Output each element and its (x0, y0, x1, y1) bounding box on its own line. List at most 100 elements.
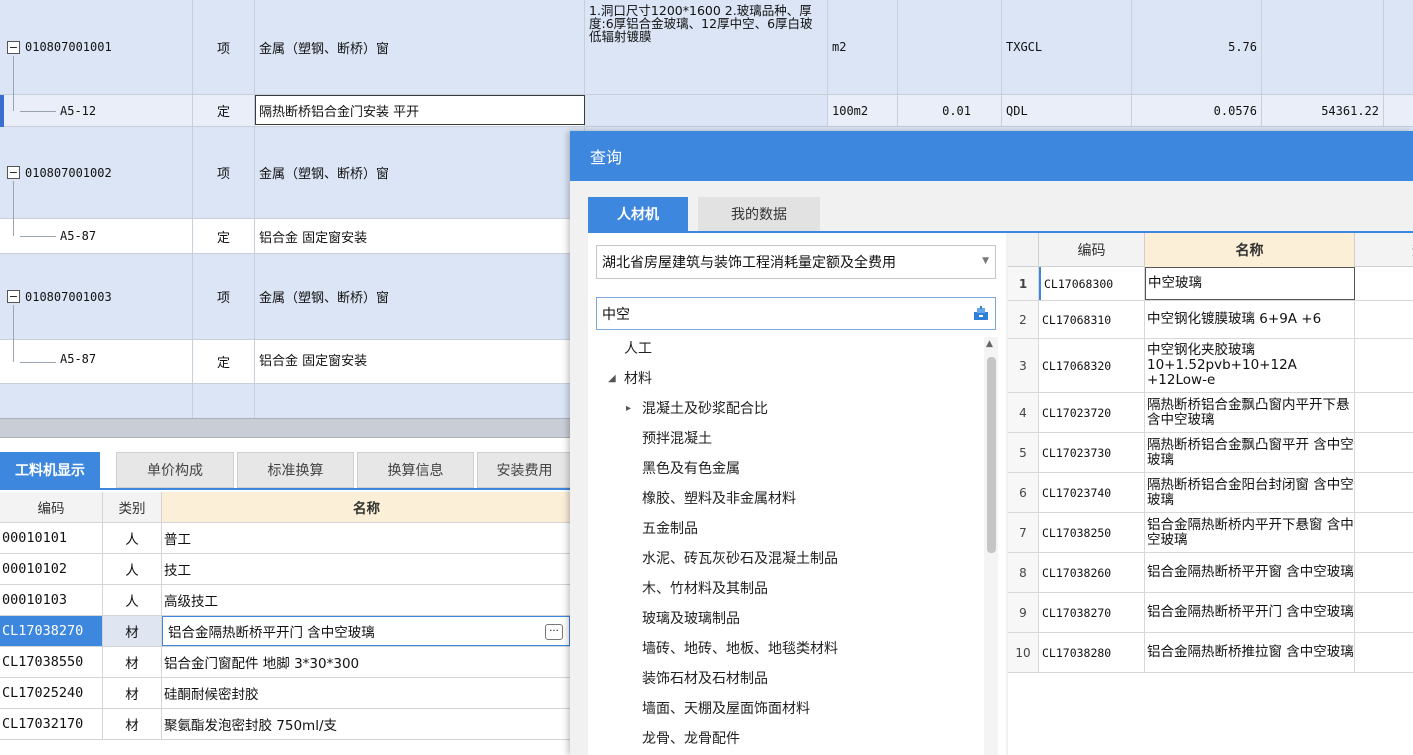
result-name[interactable]: 隔热断桥铝合金飘凸窗内平开下悬 含中空玻璃 (1145, 393, 1355, 432)
tab-install-fee[interactable]: 安装费用 (477, 452, 572, 488)
table-row[interactable]: − 010807001001 项 金属（塑钢、断桥）窗 1.洞口尺寸1200*1… (0, 0, 1413, 95)
chevron-down-icon[interactable]: ▼ (982, 256, 989, 266)
tree-node[interactable]: 人工 (608, 333, 652, 363)
tree-expander-icon[interactable]: ▸ (626, 403, 642, 414)
tree-node[interactable]: 橡胶、塑料及非金属材料 (642, 483, 796, 513)
result-name[interactable]: 铝合金隔热断桥内平开下悬窗 含中空玻璃 (1145, 513, 1355, 552)
result-row[interactable]: 8 CL17038260 铝合金隔热断桥平开窗 含中空玻璃 (1008, 553, 1413, 593)
result-row[interactable]: 3 CL17068320 中空钢化夹胶玻璃 10+1.52pvb+10+12A … (1008, 339, 1413, 393)
name-cell[interactable]: 金属（塑钢、断桥）窗 (255, 254, 585, 339)
tab-my-data[interactable]: 我的数据 (698, 197, 820, 231)
resource-name-editor[interactable]: 铝合金隔热断桥平开门 含中空玻璃 ··· (162, 616, 570, 646)
tree-node[interactable]: 墙砖、地砖、地板、地毯类材料 (642, 633, 838, 663)
table-row[interactable]: CL17032170 材 聚氨酯发泡密封胶 750ml/支 (0, 709, 572, 740)
result-row[interactable]: 4 CL17023720 隔热断桥铝合金飘凸窗内平开下悬 含中空玻璃 (1008, 393, 1413, 433)
header-spec[interactable]: 规 (1355, 233, 1413, 267)
resource-name[interactable]: 技工 (162, 554, 572, 584)
result-code[interactable]: CL17038250 (1039, 513, 1145, 552)
table-row[interactable]: 00010103 人 高级技工 (0, 585, 572, 616)
scroll-up-icon[interactable]: ▲ (986, 339, 993, 349)
type-cell[interactable] (193, 384, 255, 418)
resource-category[interactable]: 材 (103, 678, 162, 708)
code-cell[interactable]: − 010807001002 (0, 127, 193, 218)
header-category[interactable]: 类别 (103, 492, 162, 522)
resource-code[interactable]: 00010103 (0, 585, 103, 615)
search-input[interactable]: 中空 (596, 297, 996, 330)
result-code[interactable]: CL17068320 (1039, 339, 1145, 392)
quantity-cell[interactable]: 0.0576 (1132, 95, 1262, 126)
collapse-icon[interactable]: − (7, 290, 20, 303)
tree-node[interactable]: ◢ 材料 (608, 363, 652, 393)
expression-cell[interactable]: TXGCL (1002, 0, 1132, 94)
table-row[interactable]: CL17025240 材 硅酮耐候密封胶 (0, 678, 572, 709)
type-cell[interactable]: 定 (193, 95, 255, 126)
tree-scrollbar[interactable]: ▲ (984, 337, 998, 755)
resource-category[interactable]: 人 (103, 554, 162, 584)
result-row[interactable]: 2 CL17068310 中空钢化镀膜玻璃 6+9A +6 (1008, 301, 1413, 339)
result-name[interactable]: 中空钢化镀膜玻璃 6+9A +6 (1145, 301, 1355, 338)
table-row[interactable]: 00010102 人 技工 (0, 554, 572, 585)
type-cell[interactable]: 项 (193, 127, 255, 218)
resource-code[interactable]: CL17038270 (0, 616, 103, 646)
tree-node[interactable]: 玻璃及玻璃制品 (642, 603, 740, 633)
name-cell[interactable]: 金属（塑钢、断桥）窗 (255, 127, 585, 218)
library-select[interactable]: 湖北省房屋建筑与装饰工程消耗量定额及全费用 ▼ (596, 245, 996, 279)
resource-code[interactable]: CL17038550 (0, 647, 103, 677)
table-row[interactable]: A5-12 定 隔热断桥铝合金门安装 平开 100m2 0.01 QDL 0.0… (0, 95, 1413, 127)
tree-expander-icon[interactable]: ◢ (608, 373, 624, 384)
table-row[interactable]: 00010101 人 普工 (0, 523, 572, 554)
tree-node[interactable]: 墙面、天棚及屋面饰面材料 (642, 693, 810, 723)
result-row[interactable]: 6 CL17023740 隔热断桥铝合金阳台封闭窗 含中空玻璃 (1008, 473, 1413, 513)
expression-cell[interactable]: QDL (1002, 95, 1132, 126)
result-name[interactable]: 中空钢化夹胶玻璃 10+1.52pvb+10+12A +12Low-e (1145, 339, 1355, 392)
result-row[interactable]: 9 CL17038270 铝合金隔热断桥平开门 含中空玻璃 (1008, 593, 1413, 633)
result-row[interactable]: 10 CL17038280 铝合金隔热断桥推拉窗 含中空玻璃 (1008, 633, 1413, 673)
collapse-icon[interactable]: − (7, 166, 20, 179)
dialog-title-bar[interactable]: 查询 (570, 131, 1413, 181)
resource-code[interactable]: CL17025240 (0, 678, 103, 708)
tab-standard-conversion[interactable]: 标准换算 (237, 452, 354, 488)
tree-node[interactable]: 预拌混凝土 (642, 423, 712, 453)
tab-unit-price[interactable]: 单价构成 (116, 452, 234, 488)
result-row[interactable]: 7 CL17038250 铝合金隔热断桥内平开下悬窗 含中空玻璃 (1008, 513, 1413, 553)
scrollbar-thumb[interactable] (987, 357, 996, 553)
result-code[interactable]: CL17038280 (1039, 633, 1145, 672)
result-code[interactable]: CL17038260 (1039, 553, 1145, 592)
resource-category[interactable]: 人 (103, 523, 162, 553)
price-cell[interactable]: 54361.22 (1262, 95, 1384, 126)
tree-node[interactable]: 黑色及有色金属 (642, 453, 740, 483)
type-cell[interactable]: 定 (193, 340, 255, 383)
tree-node[interactable]: 水泥、砖瓦灰砂石及混凝土制品 (642, 543, 838, 573)
result-row[interactable]: 1 CL17068300 中空玻璃 (1008, 267, 1413, 301)
result-name[interactable]: 中空玻璃 (1145, 267, 1355, 300)
tab-labor-material-machine[interactable]: 人材机 (588, 197, 688, 231)
result-name[interactable]: 铝合金隔热断桥平开窗 含中空玻璃 (1145, 553, 1355, 592)
panel-splitter[interactable] (0, 418, 572, 438)
name-cell[interactable]: 铝合金 固定窗安装 (255, 340, 585, 383)
unit-cell[interactable]: 100m2 (828, 95, 898, 126)
code-cell[interactable]: − 010807001001 (0, 0, 193, 94)
tree-node[interactable]: 五金制品 (642, 513, 698, 543)
result-name[interactable]: 铝合金隔热断桥推拉窗 含中空玻璃 (1145, 633, 1355, 672)
tree-node[interactable]: ▸ 混凝土及砂浆配合比 (626, 393, 768, 423)
table-row[interactable]: CL17038550 材 铝合金门窗配件 地脚 3*30*300 (0, 647, 572, 678)
more-options-icon[interactable]: ··· (545, 624, 563, 640)
quantity-cell[interactable]: 5.76 (1132, 0, 1262, 94)
features-cell[interactable] (585, 95, 828, 126)
code-cell[interactable] (0, 384, 193, 418)
unit-cell[interactable]: m2 (828, 0, 898, 94)
result-code[interactable]: CL17023730 (1039, 433, 1145, 472)
tree-node[interactable]: 装饰石材及石材制品 (642, 663, 768, 693)
name-cell[interactable]: 隔热断桥铝合金门安装 平开 (255, 95, 585, 126)
resource-code[interactable]: CL17032170 (0, 709, 103, 739)
resource-category[interactable]: 人 (103, 585, 162, 615)
header-code[interactable]: 编码 (0, 492, 103, 522)
result-row[interactable]: 5 CL17023730 隔热断桥铝合金飘凸窗平开 含中空玻璃 (1008, 433, 1413, 473)
code-cell[interactable]: − 010807001003 (0, 254, 193, 339)
resource-code[interactable]: 00010102 (0, 554, 103, 584)
result-code[interactable]: CL17068300 (1039, 267, 1145, 300)
content-cell[interactable]: 0.01 (898, 95, 1002, 126)
tree-node[interactable]: 龙骨、龙骨配件 (642, 723, 740, 753)
name-cell[interactable]: 金属（塑钢、断桥）窗 (255, 0, 585, 94)
result-code[interactable]: CL17023720 (1039, 393, 1145, 432)
